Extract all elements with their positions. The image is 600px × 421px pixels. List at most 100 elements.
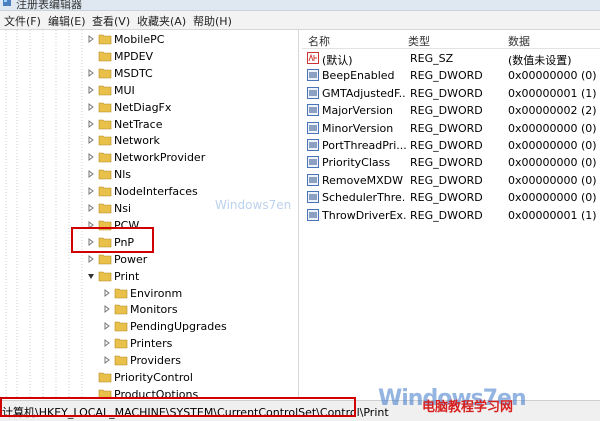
expand-arrow-icon[interactable] [86,169,96,179]
value-type: REG_DWORD [410,121,483,135]
binary-value-icon [307,121,319,134]
tree-item[interactable]: Printers [102,336,298,353]
menu-view[interactable]: 查看(V) [92,13,130,29]
expand-arrow-icon[interactable] [86,220,96,230]
expand-arrow-icon[interactable] [102,338,112,348]
tree-item-label: Environm [130,286,183,300]
tree-item[interactable]: Monitors [102,302,298,319]
value-data: 0x00000000 (0) [508,69,597,83]
menu-favorites[interactable]: 收藏夹(A) [137,13,186,29]
value-type: REG_DWORD [410,69,483,83]
tree-item[interactable]: Environm [102,286,298,303]
folder-icon [98,34,112,45]
tree-item-label: ProductOptions [114,387,199,398]
tree-item[interactable]: Nsi [86,201,286,218]
tree-item[interactable]: PCW [86,218,286,235]
folder-icon [114,305,128,315]
value-row[interactable]: ThrowDriverEx... REG_DWORD 0x00000001 (1) [302,207,600,224]
tree-item[interactable]: Network [86,133,286,150]
folder-icon [98,203,112,214]
value-row[interactable]: MinorVersion REG_DWORD 0x00000000 (0) [302,120,600,137]
tree-item[interactable]: PriorityControl [86,370,286,387]
value-data: (数值未设置) [508,54,572,67]
tree-item[interactable]: ProductOptions [86,387,286,398]
registry-tree[interactable]: MobilePC MPDEV MSDTC MUI NetDiagFx NetTrace Ne… [0,30,299,398]
folder-icon [114,355,128,366]
tree-item-label: PnP [114,235,135,249]
column-name[interactable]: 名称 [308,33,330,49]
tree-item-label: NetDiagFx [114,100,172,114]
folder-icon [98,51,112,62]
value-type: REG_DWORD [410,173,483,187]
value-data: 0x00000000 (0) [508,191,597,205]
value-row[interactable]: PortThreadPri... REG_DWORD 0x00000000 (0) [302,137,600,154]
value-type: REG_DWORD [410,139,483,152]
value-row[interactable]: BeepEnabled REG_DWORD 0x00000000 (0) [302,67,600,84]
value-data: 0x00000000 (0) [508,156,597,170]
expand-arrow-icon[interactable] [86,237,96,247]
value-row[interactable]: PriorityClass REG_DWORD 0x00000000 (0) [302,154,600,171]
value-type: REG_DWORD [410,86,483,100]
value-data: 0x00000000 (0) [508,121,597,135]
expand-arrow-icon[interactable] [86,135,96,145]
value-row[interactable]: SchedulerThre... REG_DWORD 0x00000000 (0) [302,189,600,206]
column-type[interactable]: 类型 [408,33,430,49]
status-path: 计算机\HKEY_LOCAL_MACHINE\SYSTEM\CurrentCon… [2,406,389,419]
tree-item-label: Monitors [130,303,178,317]
column-data[interactable]: 数据 [508,33,530,49]
expand-arrow-icon[interactable] [102,321,112,331]
value-name: GMTAdjustedF... [322,86,406,100]
expand-arrow-icon[interactable] [86,119,96,129]
folder-icon [98,372,112,383]
expand-arrow-icon[interactable] [86,85,96,95]
tree-item-label: PendingUpgrades [130,320,227,334]
tree-item-label: MPDEV [114,49,154,63]
tree-item[interactable]: Providers [102,353,298,370]
value-data: 0x00000001 (1) [508,208,597,222]
tree-item[interactable]: NetDiagFx [86,100,286,117]
folder-icon [114,338,128,349]
expand-arrow-icon[interactable] [86,68,96,78]
tree-item[interactable]: PendingUpgrades [102,319,298,336]
folder-icon [114,288,128,298]
tree-item[interactable]: NetworkProvider [86,150,286,167]
tree-item[interactable]: MobilePC [86,32,286,49]
tree-item-label: NetworkProvider [114,151,206,165]
string-value-icon [307,52,319,64]
menu-edit[interactable]: 编辑(E) [48,13,86,29]
folder-icon [98,119,112,129]
expand-arrow-icon[interactable] [86,186,96,196]
expand-arrow-icon[interactable] [86,102,96,112]
tree-item[interactable]: Print [86,269,286,286]
tree-item[interactable]: PnP [86,235,286,252]
folder-icon [98,102,112,112]
tree-item[interactable]: Nls [86,167,286,184]
expand-arrow-icon[interactable] [102,304,112,314]
folder-icon [98,68,112,79]
tree-item-label: MUI [114,83,135,97]
expand-arrow-icon[interactable] [86,203,96,213]
tree-item[interactable]: Power [86,252,286,269]
tree-item-label: NodeInterfaces [114,185,198,199]
expand-arrow-icon[interactable] [102,288,112,298]
value-row[interactable]: MajorVersion REG_DWORD 0x00000002 (2) [302,102,600,119]
menu-file[interactable]: 文件(F) [4,13,41,29]
expanded-arrow-icon[interactable] [86,271,96,281]
tree-item[interactable]: NodeInterfaces [86,184,286,201]
value-row[interactable]: (默认) REG_SZ (数值未设置) [302,50,600,67]
menu-bar: 文件(F) 编辑(E) 查看(V) 收藏夹(A) 帮助(H) [0,11,600,30]
expand-arrow-icon[interactable] [86,34,96,44]
value-row[interactable]: GMTAdjustedF... REG_DWORD 0x00000001 (1) [302,85,600,102]
tree-item[interactable]: MSDTC [86,66,286,83]
menu-help[interactable]: 帮助(H) [193,13,232,29]
expand-arrow-icon[interactable] [86,152,96,162]
expand-arrow-icon[interactable] [86,254,96,264]
values-list[interactable]: 名称 类型 数据 (默认) REG_SZ (数值未设置) BeepEnabled REG… [302,30,600,398]
tree-item[interactable]: MUI [86,83,286,100]
tree-item-label: NetTrace [114,117,163,131]
tree-item[interactable]: NetTrace [86,117,286,134]
value-name: SchedulerThre... [322,191,406,205]
tree-item[interactable]: MPDEV [86,49,286,66]
expand-arrow-icon[interactable] [102,355,112,365]
value-row[interactable]: RemoveMXDW REG_DWORD 0x00000000 (0) [302,172,600,189]
